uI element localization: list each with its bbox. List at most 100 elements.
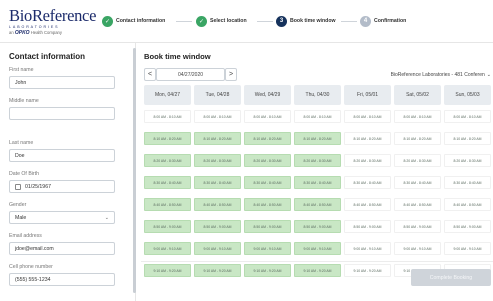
dob-label: Date Of Birth — [9, 171, 39, 177]
step-number-badge: 4 — [360, 15, 371, 27]
time-slot[interactable]: 8:20 AM - 8:30 AM — [394, 154, 441, 167]
step-number-badge: 3 — [276, 15, 287, 27]
form-scrollbar[interactable] — [133, 48, 136, 293]
step-select-location: ✓ Select location — [196, 15, 247, 27]
time-slot[interactable]: 9:10 AM - 9:20 AM — [294, 264, 341, 277]
day-header: Wed, 04/29 — [244, 85, 291, 105]
time-slot[interactable]: 8:10 AM - 8:20 AM — [144, 132, 191, 145]
step-contact-information: ✓ Contact information — [102, 15, 165, 27]
last-name-field[interactable]: Doe — [9, 149, 115, 162]
time-slot[interactable]: 8:30 AM - 8:40 AM — [394, 176, 441, 189]
time-slot[interactable]: 8:10 AM - 8:20 AM — [194, 132, 241, 145]
date-picker[interactable]: 04/27/2020 — [156, 68, 225, 81]
prev-week-button[interactable]: < — [144, 68, 156, 81]
time-slot[interactable]: 9:00 AM - 9:10 AM — [294, 242, 341, 255]
time-slot[interactable]: 8:10 AM - 8:20 AM — [394, 132, 441, 145]
time-slot[interactable]: 8:10 AM - 8:20 AM — [444, 132, 491, 145]
time-slot[interactable]: 8:40 AM - 8:50 AM — [144, 198, 191, 211]
phone-field[interactable]: (555) 555-1234 — [9, 273, 115, 286]
time-slot[interactable]: 8:20 AM - 8:30 AM — [344, 154, 391, 167]
time-slot[interactable]: 8:10 AM - 8:20 AM — [344, 132, 391, 145]
middle-name-field[interactable] — [9, 107, 115, 120]
time-slot[interactable]: 8:50 AM - 9:00 AM — [344, 220, 391, 233]
time-slot[interactable]: 9:00 AM - 9:10 AM — [444, 242, 491, 255]
time-slot[interactable]: 8:00 AM - 8:10 AM — [444, 110, 491, 123]
time-slot[interactable]: 8:30 AM - 8:40 AM — [144, 176, 191, 189]
time-slot[interactable]: 8:20 AM - 8:30 AM — [294, 154, 341, 167]
time-slot[interactable]: 8:40 AM - 8:50 AM — [244, 198, 291, 211]
calendar-icon — [15, 183, 21, 190]
step-label: Contact information — [116, 18, 166, 24]
time-slot[interactable]: 8:00 AM - 8:10 AM — [344, 110, 391, 123]
gender-select[interactable]: Male ⌄ — [9, 211, 115, 224]
time-slot[interactable]: 9:00 AM - 9:10 AM — [194, 242, 241, 255]
time-slot[interactable]: 8:20 AM - 8:30 AM — [444, 154, 491, 167]
location-select[interactable]: BioReference Laboratories - 481 Conferen… — [358, 68, 493, 81]
time-slot[interactable]: 8:10 AM - 8:20 AM — [294, 132, 341, 145]
time-slot[interactable]: 8:50 AM - 9:00 AM — [394, 220, 441, 233]
email-field[interactable]: jdoe@email.com — [9, 242, 115, 255]
step-label: Select location — [210, 18, 247, 24]
brand-logo[interactable]: BioReference LABORATORIES an OPKO Health… — [9, 6, 97, 36]
time-slot[interactable]: 8:30 AM - 8:40 AM — [244, 176, 291, 189]
first-name-label: First name — [9, 67, 34, 73]
step-connector — [257, 21, 273, 22]
time-slot[interactable]: 9:10 AM - 9:20 AM — [344, 264, 391, 277]
step-connector — [341, 21, 357, 22]
day-header: Sat, 05/02 — [394, 85, 441, 105]
time-slot[interactable]: 9:00 AM - 9:10 AM — [244, 242, 291, 255]
time-slot[interactable]: 8:50 AM - 9:00 AM — [294, 220, 341, 233]
header: BioReference LABORATORIES an OPKO Health… — [0, 0, 493, 43]
time-slot[interactable]: 8:30 AM - 8:40 AM — [344, 176, 391, 189]
gender-value: Male — [15, 214, 27, 221]
time-slot[interactable]: 8:50 AM - 9:00 AM — [144, 220, 191, 233]
time-slot[interactable]: 8:00 AM - 8:10 AM — [394, 110, 441, 123]
time-slot[interactable]: 8:30 AM - 8:40 AM — [194, 176, 241, 189]
day-header: Mon, 04/27 — [144, 85, 191, 105]
time-slot[interactable]: 8:30 AM - 8:40 AM — [444, 176, 491, 189]
time-slot[interactable]: 8:00 AM - 8:10 AM — [294, 110, 341, 123]
time-slot[interactable]: 8:20 AM - 8:30 AM — [144, 154, 191, 167]
time-slot[interactable]: 8:20 AM - 8:30 AM — [194, 154, 241, 167]
time-slot[interactable]: 8:00 AM - 8:10 AM — [244, 110, 291, 123]
complete-booking-button[interactable]: Complete Booking — [411, 269, 491, 286]
time-slot[interactable]: 9:00 AM - 9:10 AM — [144, 242, 191, 255]
time-slot[interactable]: 8:00 AM - 8:10 AM — [144, 110, 191, 123]
location-value: BioReference Laboratories - 481 Conferen — [390, 71, 485, 78]
phone-label: Cell phone number — [9, 264, 53, 270]
day-header: Fri, 05/01 — [344, 85, 391, 105]
step-confirmation: 4 Confirmation — [360, 15, 406, 27]
step-connector — [176, 21, 192, 22]
time-slot-grid: Mon, 04/27 Tue, 04/28 Wed, 04/29 Thu, 04… — [144, 85, 493, 277]
time-slot[interactable]: 8:00 AM - 8:10 AM — [194, 110, 241, 123]
booking-title: Book time window — [144, 52, 211, 61]
time-slot[interactable]: 8:10 AM - 8:20 AM — [244, 132, 291, 145]
time-slot[interactable]: 8:50 AM - 9:00 AM — [244, 220, 291, 233]
check-icon: ✓ — [102, 15, 113, 27]
dob-field[interactable]: 01/25/1967 — [9, 180, 115, 193]
day-header: Thu, 04/30 — [294, 85, 341, 105]
dob-value: 01/25/1967 — [25, 183, 51, 190]
time-slot[interactable]: 8:40 AM - 8:50 AM — [394, 198, 441, 211]
email-label: Email address — [9, 233, 42, 239]
last-name-label: Last name — [9, 140, 34, 146]
brand-name: BioReference — [9, 6, 97, 25]
time-slot[interactable]: 9:10 AM - 9:20 AM — [244, 264, 291, 277]
time-slot[interactable]: 8:40 AM - 8:50 AM — [444, 198, 491, 211]
time-slot[interactable]: 8:30 AM - 8:40 AM — [294, 176, 341, 189]
time-slot[interactable]: 8:50 AM - 9:00 AM — [194, 220, 241, 233]
time-slot[interactable]: 9:10 AM - 9:20 AM — [144, 264, 191, 277]
time-slot[interactable]: 9:10 AM - 9:20 AM — [194, 264, 241, 277]
time-slot[interactable]: 9:00 AM - 9:10 AM — [344, 242, 391, 255]
time-slot[interactable]: 8:50 AM - 9:00 AM — [444, 220, 491, 233]
divider — [141, 261, 493, 262]
time-slot[interactable]: 8:40 AM - 8:50 AM — [294, 198, 341, 211]
time-slot[interactable]: 9:00 AM - 9:10 AM — [394, 242, 441, 255]
time-slot[interactable]: 8:40 AM - 8:50 AM — [344, 198, 391, 211]
time-slot[interactable]: 8:40 AM - 8:50 AM — [194, 198, 241, 211]
day-headers: Mon, 04/27 Tue, 04/28 Wed, 04/29 Thu, 04… — [144, 85, 493, 105]
first-name-field[interactable]: John — [9, 76, 115, 89]
time-slot[interactable]: 8:20 AM - 8:30 AM — [244, 154, 291, 167]
brand-tagline-suffix: Health Company — [30, 30, 62, 35]
next-week-button[interactable]: > — [225, 68, 237, 81]
